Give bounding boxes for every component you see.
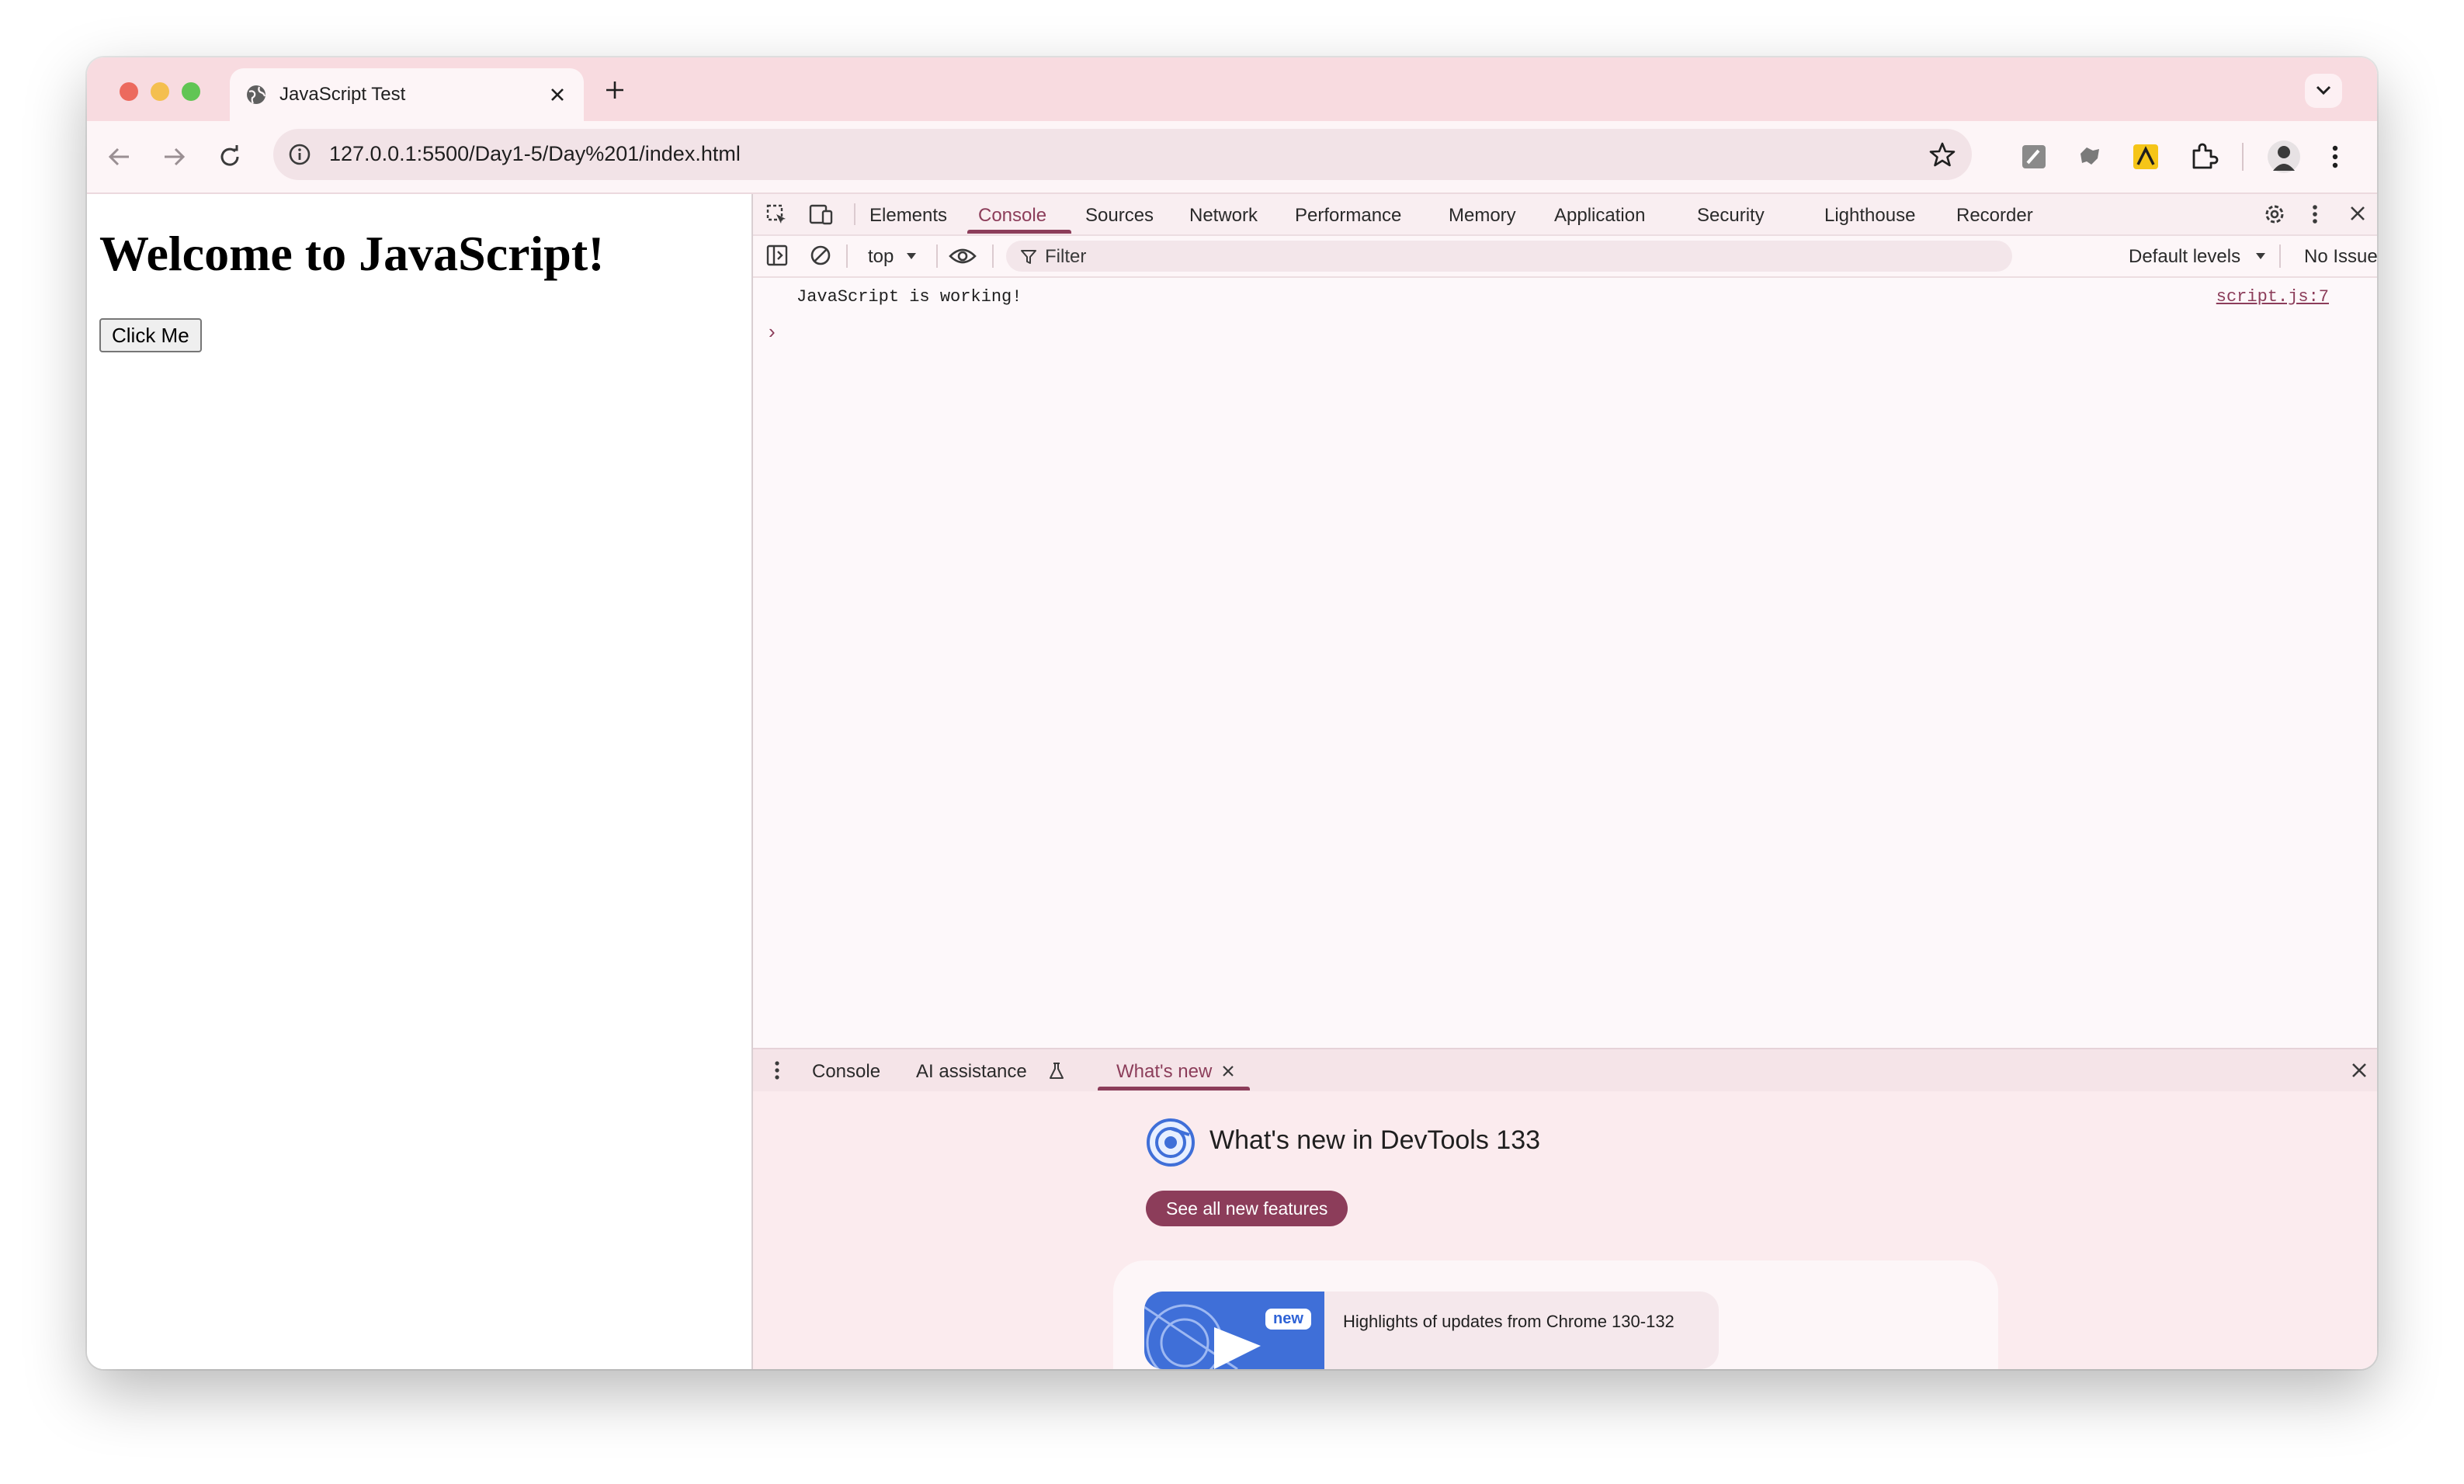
toolbar-divider <box>2279 244 2281 268</box>
minimize-window-button[interactable] <box>151 82 169 101</box>
devtools-settings-icon[interactable] <box>2262 202 2287 227</box>
page-heading: Welcome to JavaScript! <box>99 226 605 281</box>
extension-warning-icon[interactable] <box>2132 143 2160 171</box>
console-log-source-link[interactable]: script.js:7 <box>2216 287 2329 307</box>
tab-application[interactable]: Application <box>1554 205 1645 227</box>
avatar[interactable] <box>2267 140 2301 174</box>
drawer-active-tab-indicator <box>1098 1087 1250 1090</box>
bookmark-star-icon[interactable] <box>1928 140 1956 168</box>
new-tab-icon[interactable] <box>604 79 626 101</box>
drawer-tab-ai-assistance[interactable]: AI assistance <box>916 1061 1027 1083</box>
toolbar-divider <box>2242 143 2244 171</box>
back-icon[interactable] <box>106 143 134 171</box>
console-log-message: JavaScript is working! <box>796 287 1022 307</box>
sidebar-toggle-icon[interactable] <box>765 244 789 267</box>
filter-input[interactable]: Filter <box>1006 241 2012 272</box>
address-bar[interactable]: 127.0.0.1:5500/Day1-5/Day%201/index.html <box>273 129 1972 180</box>
chrome-devtools-logo-icon <box>1146 1118 1196 1167</box>
close-tab-icon[interactable] <box>548 85 567 104</box>
clear-console-icon[interactable] <box>809 244 832 267</box>
tab-security[interactable]: Security <box>1697 205 1765 227</box>
extension-puzzle-dark-icon[interactable] <box>2076 143 2104 171</box>
tab-search-icon[interactable] <box>2304 73 2343 109</box>
whats-new-panel: What's new in DevTools 133 See all new f… <box>753 1091 2377 1369</box>
highlights-text: Highlights of updates from Chrome 130-13… <box>1343 1312 1674 1331</box>
devtools-tab-bar: Elements Console Sources Network Perform… <box>753 194 2377 236</box>
browser-toolbar: 127.0.0.1:5500/Day1-5/Day%201/index.html <box>87 121 2377 194</box>
tab-sources[interactable]: Sources <box>1085 205 1154 227</box>
reload-icon[interactable] <box>216 143 244 171</box>
zoom-window-button[interactable] <box>182 82 200 101</box>
inspect-element-icon[interactable] <box>765 203 789 227</box>
tab-memory[interactable]: Memory <box>1449 205 1516 227</box>
highlights-item[interactable]: new Highlights of updates from Chrome 13… <box>1144 1292 1719 1369</box>
drawer-more-icon[interactable] <box>772 1059 783 1082</box>
new-badge: new <box>1265 1309 1311 1330</box>
context-dropdown-icon[interactable] <box>905 251 918 261</box>
tab-divider <box>854 203 855 225</box>
toolbar-divider <box>992 244 994 268</box>
tab-title: JavaScript Test <box>279 84 406 105</box>
highlights-thumbnail: new <box>1144 1292 1324 1369</box>
tab-network[interactable]: Network <box>1189 205 1258 227</box>
filter-funnel-icon <box>1020 248 1037 265</box>
drawer-tab-bar: Console AI assistance What's new <box>753 1048 2377 1091</box>
browser-menu-icon[interactable] <box>2327 143 2343 171</box>
see-all-features-button[interactable]: See all new features <box>1146 1191 1348 1226</box>
highlights-card: new Highlights of updates from Chrome 13… <box>1113 1260 1998 1369</box>
close-whats-new-tab-icon[interactable] <box>1220 1063 1236 1079</box>
extensions-icon[interactable] <box>2188 141 2219 172</box>
console-toolbar: top Filter Default levels No Issues <box>753 236 2377 278</box>
whats-new-title: What's new in DevTools 133 <box>1209 1125 1541 1155</box>
tab-elements[interactable]: Elements <box>869 205 947 227</box>
filter-placeholder: Filter <box>1045 246 1087 267</box>
live-expression-eye-icon[interactable] <box>949 245 977 267</box>
drawer-tab-console[interactable]: Console <box>812 1061 880 1083</box>
url-text: 127.0.0.1:5500/Day1-5/Day%201/index.html <box>329 142 741 165</box>
context-selector[interactable]: top <box>868 246 894 268</box>
drawer-tab-whats-new[interactable]: What's new <box>1116 1061 1212 1083</box>
tab-lighthouse[interactable]: Lighthouse <box>1824 205 1915 227</box>
tab-recorder[interactable]: Recorder <box>1956 205 2033 227</box>
globe-icon <box>245 84 267 106</box>
active-tab-indicator <box>967 230 1071 234</box>
close-window-button[interactable] <box>120 82 138 101</box>
tab-console[interactable]: Console <box>978 205 1046 227</box>
browser-tab[interactable]: JavaScript Test <box>230 68 584 121</box>
forward-icon[interactable] <box>160 143 188 171</box>
site-info-icon[interactable] <box>287 142 312 167</box>
close-devtools-icon[interactable] <box>2348 203 2368 224</box>
page-viewport: Welcome to JavaScript! Click Me <box>87 194 753 1369</box>
toolbar-divider <box>936 244 938 268</box>
browser-window: JavaScript Test 127.0.0.1:5500/Day1-5/Da… <box>87 57 2377 1369</box>
devtools-more-icon[interactable] <box>2309 202 2321 227</box>
extension-pencil-icon[interactable] <box>2020 143 2048 171</box>
console-prompt[interactable]: › <box>769 320 776 344</box>
levels-dropdown-icon[interactable] <box>2254 251 2267 261</box>
click-me-button[interactable]: Click Me <box>99 318 202 352</box>
tab-performance[interactable]: Performance <box>1295 205 1401 227</box>
default-levels-dropdown[interactable]: Default levels <box>2129 246 2240 268</box>
title-bar: JavaScript Test <box>87 57 2377 121</box>
devtools-panel: Elements Console Sources Network Perform… <box>753 194 2377 1369</box>
toolbar-divider <box>846 244 848 268</box>
issues-counter[interactable]: No Issues <box>2304 246 2377 268</box>
experiment-flask-icon <box>1048 1062 1065 1080</box>
close-drawer-icon[interactable] <box>2349 1060 2369 1080</box>
device-toolbar-icon[interactable] <box>807 203 834 227</box>
